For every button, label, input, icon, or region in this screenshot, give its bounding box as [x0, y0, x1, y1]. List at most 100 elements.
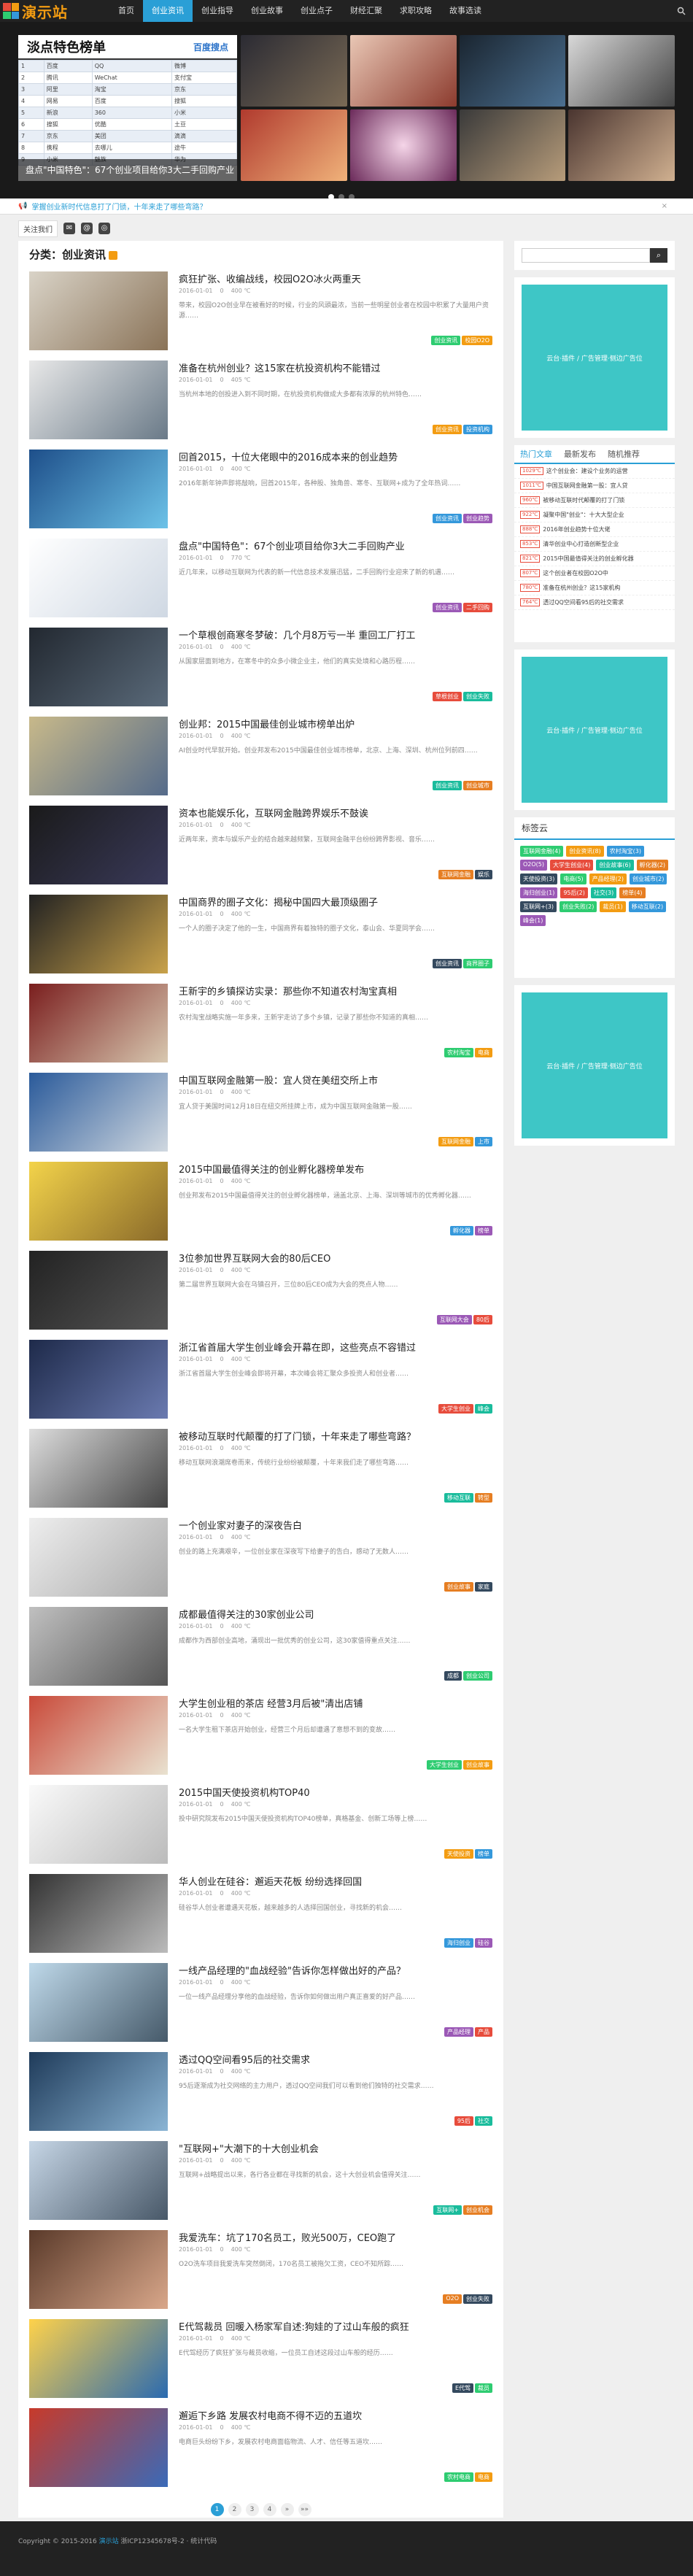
post-tag[interactable]: 农村电商	[444, 2472, 473, 2482]
post-comments[interactable]: 0	[220, 1801, 224, 1808]
rss-icon[interactable]	[109, 250, 118, 260]
page-link[interactable]: 4	[263, 2503, 276, 2516]
notice-link[interactable]: 掌握创业新时代信息打了门锁，十年来走了哪些弯路？	[31, 201, 206, 212]
post-thumbnail[interactable]	[29, 1874, 168, 1953]
post-comments[interactable]: 0	[220, 2068, 224, 2075]
post-comments[interactable]: 0	[220, 466, 224, 472]
post-title[interactable]: 2015中国天使投资机构TOP40	[179, 1785, 492, 1799]
tag-cloud-item[interactable]: 海归创业(1)	[520, 887, 558, 898]
post-tag[interactable]: 草根创业	[433, 692, 462, 701]
post-tag[interactable]: 创业资讯	[433, 425, 462, 434]
page-link[interactable]: 1	[210, 2503, 224, 2516]
tag-cloud-item[interactable]: 峰会(1)	[520, 915, 546, 926]
nav-item[interactable]: 财经汇聚	[341, 0, 391, 22]
page-link[interactable]: »	[280, 2503, 294, 2516]
post-tag[interactable]: 互联网金融	[438, 1137, 473, 1146]
post-comments[interactable]: 0	[220, 1267, 224, 1273]
post-thumbnail[interactable]	[29, 1696, 168, 1775]
post-comments[interactable]: 0	[220, 911, 224, 917]
post-thumbnail[interactable]	[29, 628, 168, 706]
weibo-icon[interactable]: ◎	[98, 223, 110, 234]
tag-cloud-item[interactable]: O2O(5)	[520, 860, 548, 871]
post-tag[interactable]: 孵化器	[450, 1226, 473, 1235]
post-tag[interactable]: 创业城市	[463, 781, 492, 790]
post-thumbnail[interactable]	[29, 271, 168, 350]
tag-cloud-item[interactable]: 天使投资(3)	[520, 874, 558, 884]
post-title[interactable]: 3位参加世界互联网大会的80后CEO	[179, 1251, 492, 1265]
post-thumbnail[interactable]	[29, 450, 168, 528]
tag-cloud-item[interactable]: 大学生创业(4)	[550, 860, 594, 871]
tag-cloud-item[interactable]: 创业城市(2)	[630, 874, 667, 884]
post-tag[interactable]: 社交	[475, 2116, 492, 2126]
sidebar-search-input[interactable]	[522, 248, 650, 263]
nav-item[interactable]: 创业指导	[193, 0, 242, 22]
post-tag[interactable]: 电商	[475, 1048, 492, 1057]
post-tag[interactable]: 榜单	[475, 1849, 492, 1859]
post-tag[interactable]: 产品经理	[444, 2027, 473, 2037]
post-tag[interactable]: 互联网+	[433, 2205, 462, 2215]
post-tag[interactable]: 天使投资	[444, 1849, 473, 1859]
post-thumbnail[interactable]	[29, 1340, 168, 1419]
post-tag[interactable]: 农村淘宝	[444, 1048, 473, 1057]
post-comments[interactable]: 0	[220, 288, 224, 294]
post-title[interactable]: 2015中国最值得关注的创业孵化器榜单发布	[179, 1162, 492, 1176]
tag-cloud-item[interactable]: 互联网+(3)	[520, 901, 557, 912]
post-tag[interactable]: 大学生创业	[438, 1404, 473, 1414]
thumb-4[interactable]	[568, 35, 675, 107]
post-thumbnail[interactable]	[29, 1162, 168, 1241]
thumb-2[interactable]	[349, 35, 457, 107]
post-thumbnail[interactable]	[29, 1785, 168, 1864]
post-tag[interactable]: 转型	[475, 1493, 492, 1503]
post-tag[interactable]: 产品	[475, 2027, 492, 2037]
post-tag[interactable]: 硅谷	[475, 1938, 492, 1948]
slide-main[interactable]: 淡点特色榜单 百度搜点 1 百度 QQ 微博 2 腾讯 WeChat 支付宝 3 阿里 淘宝 京东 4 网易…	[18, 35, 237, 181]
post-tag[interactable]: 创业资讯	[433, 514, 462, 523]
post-thumbnail[interactable]	[29, 2319, 168, 2398]
thumb-5[interactable]	[241, 109, 347, 181]
post-thumbnail[interactable]	[29, 539, 168, 617]
post-thumbnail[interactable]	[29, 2408, 168, 2487]
hot-item[interactable]: 1029℃ 这个创业会：建设个业务的运营	[514, 464, 675, 479]
post-comments[interactable]: 0	[220, 2157, 224, 2164]
post-thumbnail[interactable]	[29, 2052, 168, 2131]
hot-title[interactable]: 透过QQ空间看95后的社交需求	[543, 598, 624, 606]
post-comments[interactable]: 0	[220, 1979, 224, 1986]
tag-cloud-item[interactable]: 裁员(1)	[600, 901, 626, 912]
post-tag[interactable]: 80后	[473, 1315, 492, 1324]
page-link[interactable]: 3	[245, 2503, 259, 2516]
footer-site-link[interactable]: 演示站	[99, 2538, 119, 2545]
post-thumbnail[interactable]	[29, 806, 168, 884]
post-title[interactable]: 一个创业家对妻子的深夜告白	[179, 1518, 492, 1532]
page-link[interactable]: »»	[298, 2503, 311, 2516]
tag-cloud-item[interactable]: 创业资讯(8)	[566, 846, 604, 857]
post-thumbnail[interactable]	[29, 2230, 168, 2309]
post-tag[interactable]: 校园O2O	[462, 336, 492, 345]
post-tag[interactable]: 95后	[454, 2116, 473, 2126]
post-tag[interactable]: 成都	[444, 1671, 462, 1681]
post-comments[interactable]: 0	[220, 1089, 224, 1095]
post-title[interactable]: 华人创业在硅谷：邂逅天花板 纷纷选择回国	[179, 1874, 492, 1888]
post-title[interactable]: 被移动互联时代颠覆的打了门锁，十年来走了哪些弯路？	[179, 1429, 492, 1443]
tag-cloud-item[interactable]: 电商(5)	[560, 874, 586, 884]
post-tag[interactable]: 二手回购	[463, 603, 492, 612]
post-tag[interactable]: O2O	[443, 2294, 462, 2304]
post-comments[interactable]: 0	[220, 555, 224, 561]
post-tag[interactable]: 创业失败	[463, 2294, 492, 2304]
thumb-3[interactable]	[459, 35, 566, 107]
tag-cloud-item[interactable]: 创业故事(6)	[596, 860, 634, 871]
post-title[interactable]: 一个草根创商寒冬梦破：几个月8万亏一半 重回工厂打工	[179, 628, 492, 641]
post-comments[interactable]: 0	[220, 644, 224, 650]
post-tag[interactable]: 创业故事	[444, 1582, 473, 1592]
search-button[interactable]: ⌕	[650, 248, 667, 263]
post-thumbnail[interactable]	[29, 895, 168, 973]
hot-item[interactable]: 853℃ 清华创业中心打造创新型企业	[514, 537, 675, 552]
post-tag[interactable]: 裁员	[475, 2383, 492, 2393]
post-comments[interactable]: 0	[220, 1623, 224, 1630]
nav-item[interactable]: 故事选读	[441, 0, 490, 22]
post-tag[interactable]: 大学生创业	[427, 1760, 462, 1770]
thumb-7[interactable]	[459, 109, 566, 181]
tag-cloud-item[interactable]: 移动互联(2)	[628, 901, 667, 912]
hot-item[interactable]: 764℃ 透过QQ空间看95后的社交需求	[514, 595, 675, 610]
post-title[interactable]: 创业邦：2015中国最佳创业城市榜单出炉	[179, 717, 492, 730]
post-tag[interactable]: 创业失败	[463, 692, 492, 701]
